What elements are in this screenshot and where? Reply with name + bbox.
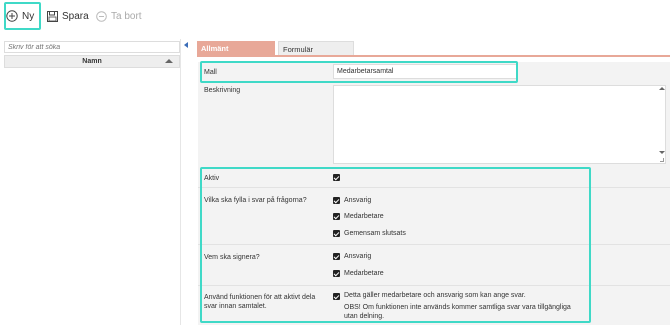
row-divider <box>198 187 670 188</box>
tab-formular[interactable]: Formulär <box>278 41 354 56</box>
save-button[interactable]: Spara <box>47 6 89 26</box>
tab-allmant[interactable]: Allmänt <box>197 41 275 56</box>
template-label: Mall <box>204 69 217 76</box>
plus-circle-icon <box>6 10 18 22</box>
delete-button[interactable]: Ta bort <box>96 6 142 26</box>
sign-employee-label: Medarbetare <box>344 270 384 277</box>
share-answers-label: Använd funktionen för att aktivt dela sv… <box>204 294 316 310</box>
row-divider <box>198 244 670 245</box>
active-checkbox[interactable] <box>333 174 340 181</box>
search-input[interactable] <box>4 41 180 53</box>
resize-handle-icon[interactable] <box>660 158 664 162</box>
minus-circle-icon <box>96 10 107 22</box>
fill-label: Vilka ska fylla i svar på frågorna? <box>204 197 307 204</box>
tab-underline <box>197 55 670 57</box>
active-label: Aktiv <box>204 175 220 182</box>
fill-employee-checkbox[interactable] <box>333 213 340 220</box>
new-button[interactable]: Ny <box>6 6 34 26</box>
list-panel: Namn <box>3 39 181 325</box>
row-divider <box>198 285 670 286</box>
fill-responsible-label: Ansvarig <box>344 197 372 204</box>
sign-responsible-label: Ansvarig <box>344 253 372 260</box>
save-button-label: Spara <box>62 10 89 22</box>
description-textarea[interactable] <box>333 85 666 164</box>
sign-responsible-checkbox[interactable] <box>333 253 340 260</box>
sign-employee-checkbox[interactable] <box>333 270 340 277</box>
sort-ascending-icon <box>165 59 173 63</box>
share-answers-checkbox[interactable] <box>333 293 340 300</box>
template-field[interactable]: Medarbetarsamtal <box>333 64 517 79</box>
fill-joint-conclusion-label: Gemensam slutsats <box>344 230 406 237</box>
new-button-label: Ny <box>22 10 35 22</box>
description-label: Beskrivning <box>204 87 241 94</box>
toolbar: Ny Spara Ta bort <box>0 0 670 32</box>
fill-joint-conclusion-checkbox[interactable] <box>333 230 340 237</box>
scroll-down-icon[interactable] <box>659 151 665 154</box>
delete-button-label: Ta bort <box>111 10 142 22</box>
share-answers-text: Detta gäller medarbetare och ansvarig so… <box>344 292 526 299</box>
template-value: Medarbetarsamtal <box>337 68 394 75</box>
fill-employee-label: Medarbetare <box>344 213 384 220</box>
sign-label: Vem ska signera? <box>204 254 260 261</box>
collapse-panel-icon[interactable] <box>184 42 188 48</box>
fill-responsible-checkbox[interactable] <box>333 197 340 204</box>
tab-label: Allmänt <box>201 44 229 53</box>
tab-label: Formulär <box>283 45 314 54</box>
floppy-disk-icon <box>47 10 58 22</box>
scroll-up-icon[interactable] <box>659 87 665 90</box>
share-answers-note: OBS! Om funktionen inte används kommer s… <box>344 304 571 320</box>
column-header-label: Namn <box>82 58 102 65</box>
column-header-name[interactable]: Namn <box>4 55 180 68</box>
